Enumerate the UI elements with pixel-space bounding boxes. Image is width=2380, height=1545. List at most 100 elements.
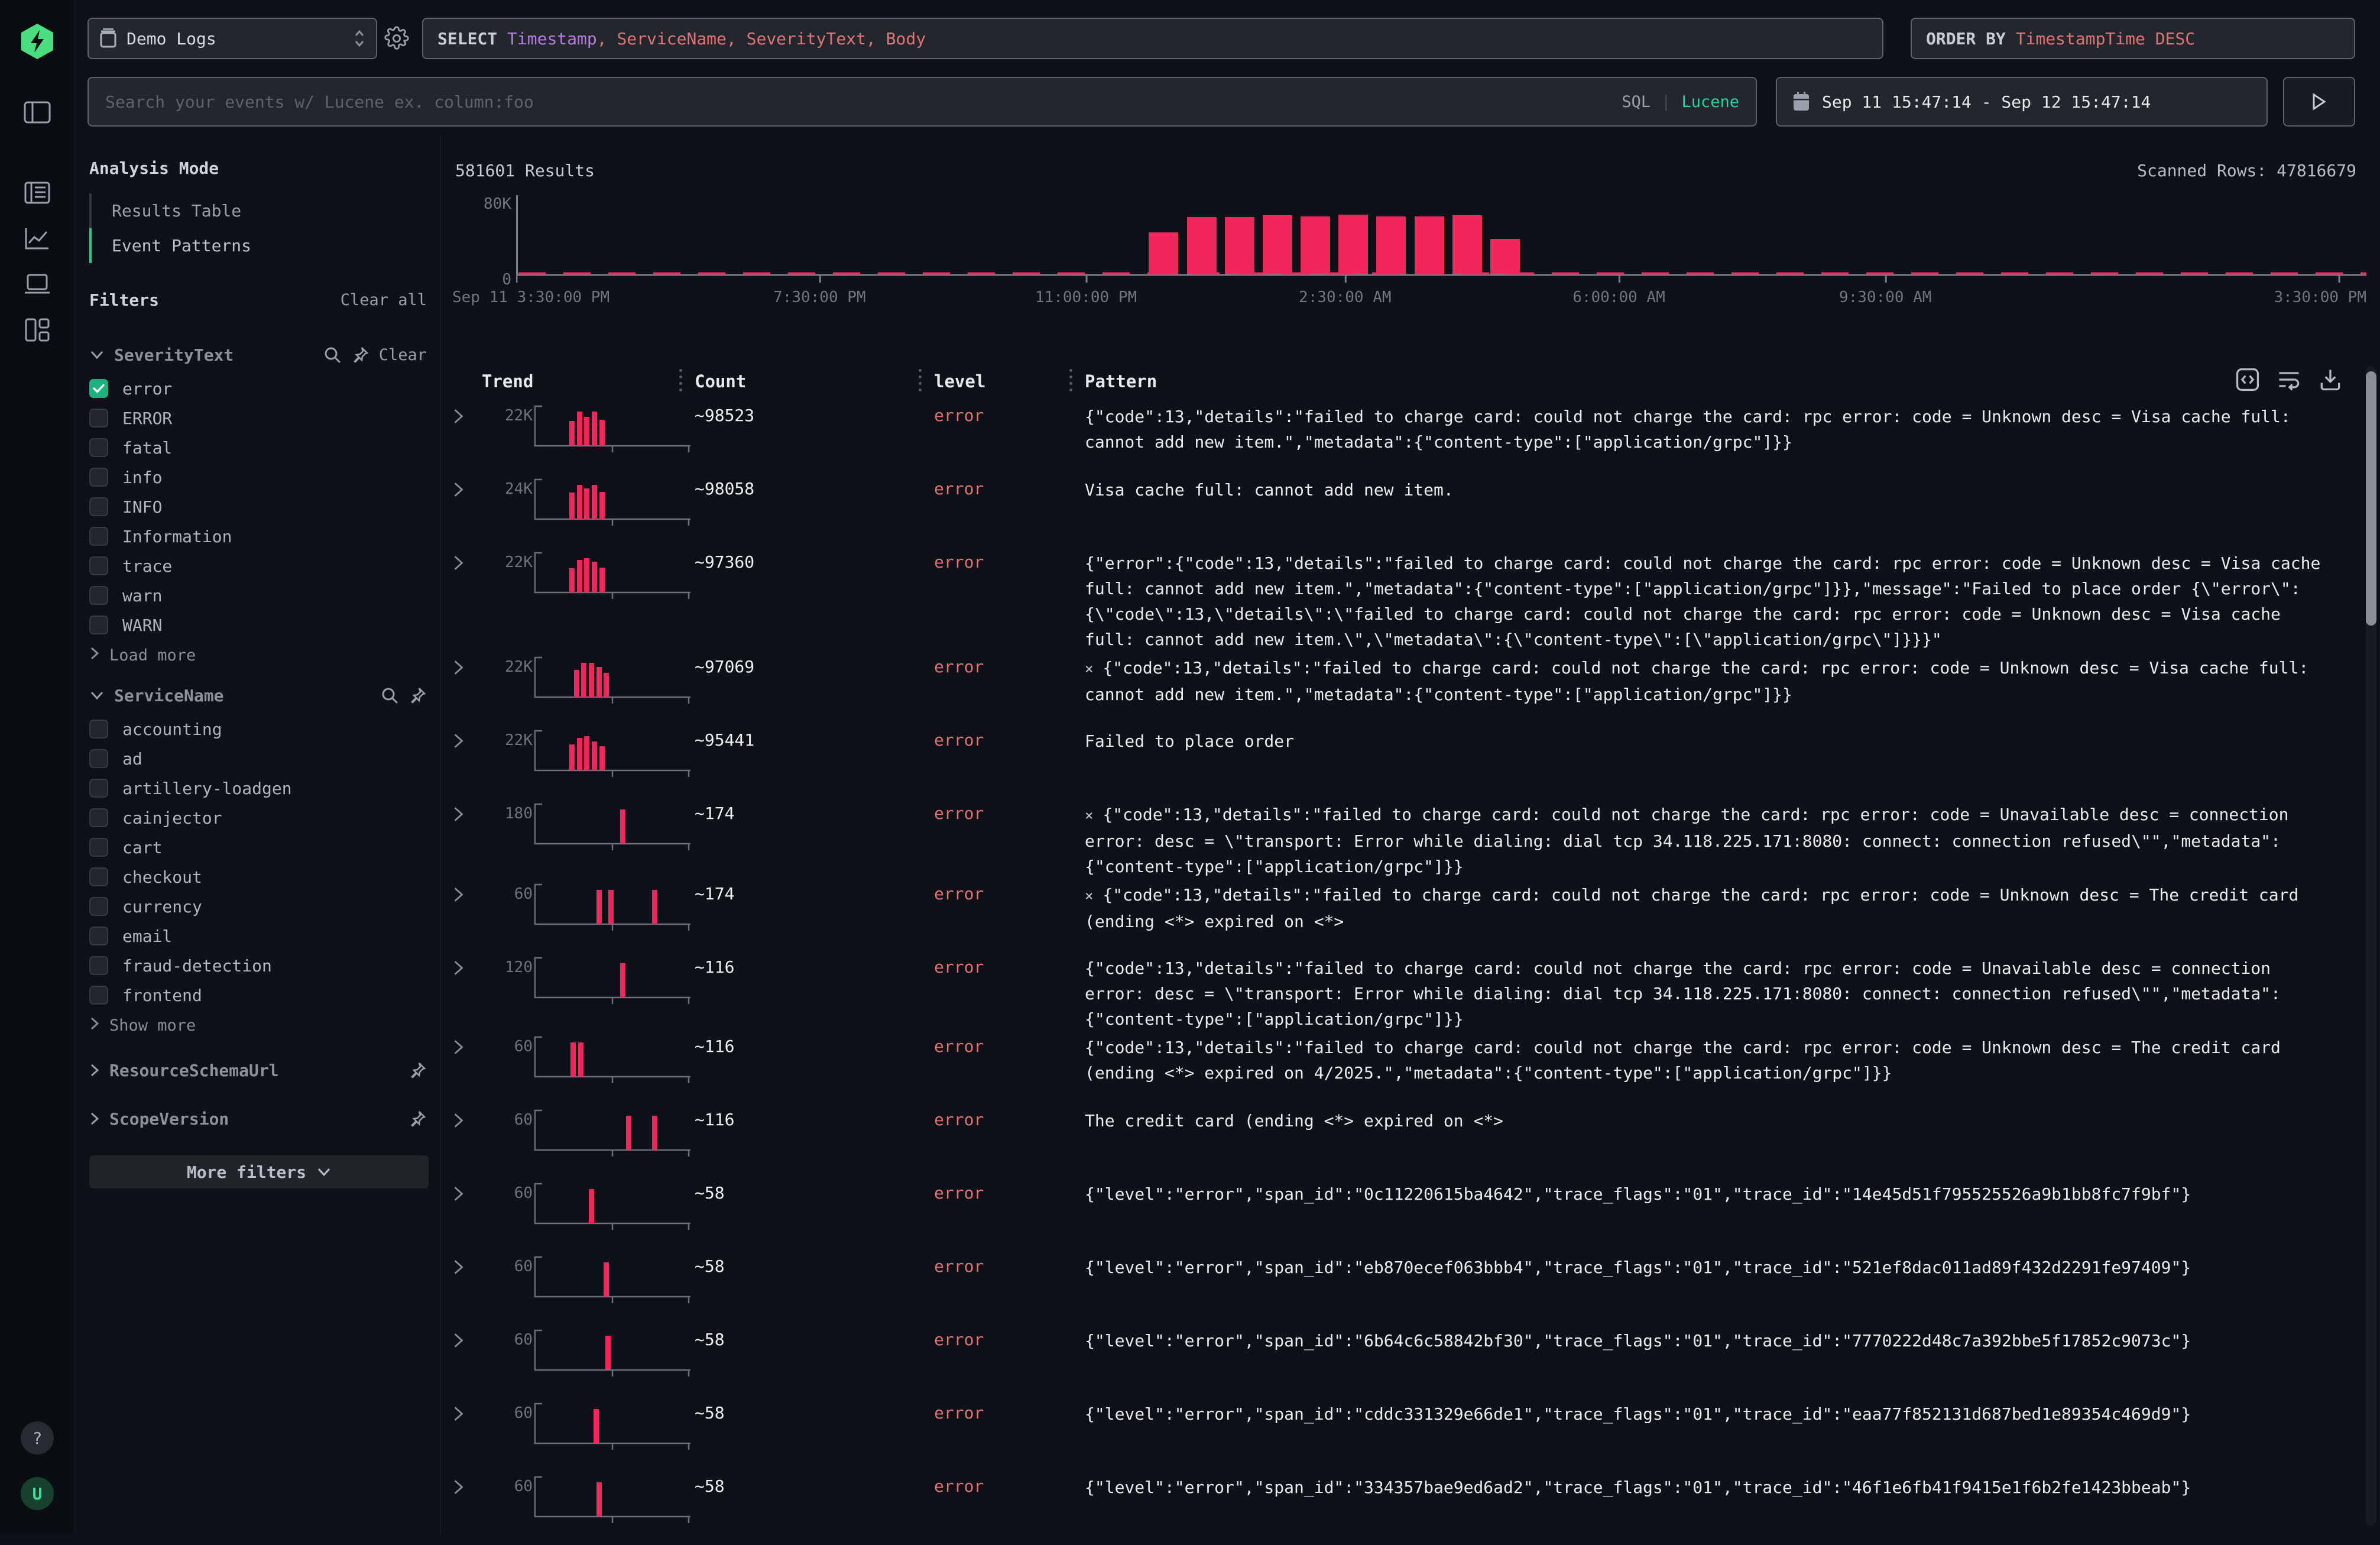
checkbox[interactable] [89,808,108,827]
pattern-text[interactable]: Visa cache full: cannot add new item. [1085,474,2344,503]
load-more-link[interactable]: Load more [89,640,427,671]
clear-all-filters-link[interactable]: Clear all [341,291,427,309]
checkbox[interactable] [89,956,108,975]
chart-icon[interactable] [24,226,50,250]
checkbox[interactable] [89,838,108,857]
column-header-trend[interactable]: Trend [482,371,695,391]
checkbox[interactable] [89,867,108,886]
checkbox[interactable] [89,527,108,546]
pattern-row-7[interactable]: 60~174error×{"code":13,"details":"failed… [452,879,2344,953]
mode-lucene-toggle[interactable]: Lucene [1681,93,1739,111]
sidebar-toggle-icon[interactable] [24,101,51,124]
filter-group-header-scopeversion[interactable]: ScopeVersion [89,1100,427,1138]
pattern-row-12[interactable]: 60~58error{"level":"error","span_id":"eb… [452,1252,2344,1325]
pin-icon[interactable] [408,1109,427,1128]
filter-option-email[interactable]: email [89,921,427,951]
checkbox[interactable] [89,749,108,768]
run-query-button[interactable] [2283,77,2355,127]
analysis-mode-item-results-table[interactable]: Results Table [89,193,427,228]
pattern-row-4[interactable]: 22K~97069error×{"code":13,"details":"fai… [452,652,2344,725]
checkbox[interactable] [89,468,108,487]
filter-option-cainjector[interactable]: cainjector [89,803,427,833]
pattern-row-8[interactable]: 120~116error{"code":13,"details":"failed… [452,953,2344,1032]
filter-group-header-resourceschemaurl[interactable]: ResourceSchemaUrl [89,1051,427,1089]
pattern-row-6[interactable]: 180~174error×{"code":13,"details":"faile… [452,799,2344,879]
expand-row-icon[interactable] [452,652,489,678]
expand-row-icon[interactable] [452,1178,489,1204]
source-settings-button[interactable] [384,26,409,53]
pattern-text[interactable]: The credit card (ending <*> expired on <… [1085,1105,2344,1133]
pattern-text[interactable]: {"code":13,"details":"failed to charge c… [1085,401,2344,455]
checkbox[interactable] [89,986,108,1005]
checkbox[interactable] [89,616,108,634]
expand-row-icon[interactable] [452,474,489,500]
pattern-row-5[interactable]: 22K~95441errorFailed to place order [452,725,2344,799]
pattern-row-13[interactable]: 60~58error{"level":"error","span_id":"6b… [452,1325,2344,1398]
wrap-lines-icon[interactable] [2276,367,2302,395]
search-icon[interactable] [381,686,398,704]
filter-option-checkout[interactable]: checkout [89,862,427,892]
expand-row-icon[interactable] [452,725,489,752]
sessions-icon[interactable] [24,273,51,296]
show-more-link[interactable]: Show more [89,1010,427,1041]
checkbox[interactable] [89,720,108,739]
vertical-scrollbar-thumb[interactable] [2366,371,2376,626]
expand-row-icon[interactable] [452,1032,489,1058]
checkbox[interactable] [89,779,108,798]
view-source-icon[interactable] [2235,367,2261,395]
pattern-text[interactable]: ×{"code":13,"details":"failed to charge … [1085,879,2344,934]
pattern-text[interactable]: {"level":"error","span_id":"6b64c6c58842… [1085,1325,2344,1353]
expand-row-icon[interactable] [452,1105,489,1131]
analysis-mode-item-event-patterns[interactable]: Event Patterns [89,228,427,263]
search-logs-icon[interactable] [24,181,50,205]
column-header-pattern[interactable]: Pattern [1085,371,2344,391]
user-avatar[interactable]: U [21,1477,54,1510]
filter-group-header-servicename[interactable]: ServiceName [89,676,427,714]
pattern-row-10[interactable]: 60~116errorThe credit card (ending <*> e… [452,1105,2344,1178]
filter-group-header-severitytext[interactable]: SeverityTextClear [89,336,427,374]
expand-row-icon[interactable] [452,401,489,427]
checkbox[interactable] [89,409,108,427]
expand-row-icon[interactable] [452,953,489,979]
dashboards-icon[interactable] [24,318,50,342]
download-icon[interactable] [2317,367,2343,395]
filter-option-artillery-loadgen[interactable]: artillery-loadgen [89,773,427,803]
filter-option-info[interactable]: INFO [89,492,427,522]
pattern-text[interactable]: {"code":13,"details":"failed to charge c… [1085,1032,2344,1086]
expand-row-icon[interactable] [452,1325,489,1351]
pin-icon[interactable] [351,345,369,364]
column-header-count[interactable]: Count [695,371,934,391]
pattern-row-9[interactable]: 60~116error{"code":13,"details":"failed … [452,1032,2344,1105]
filter-option-ad[interactable]: ad [89,744,427,773]
help-button[interactable]: ? [21,1421,54,1455]
checkbox-checked[interactable] [89,379,108,398]
column-header-level[interactable]: level [934,371,1085,391]
orderby-input[interactable]: ORDER BY TimestampTime DESC [1911,18,2355,59]
pattern-row-11[interactable]: 60~58error{"level":"error","span_id":"0c… [452,1178,2344,1252]
pattern-row-14[interactable]: 60~58error{"level":"error","span_id":"cd… [452,1398,2344,1472]
search-icon[interactable] [323,346,341,364]
filter-option-cart[interactable]: cart [89,833,427,862]
filter-option-error[interactable]: ERROR [89,403,427,433]
pin-icon[interactable] [408,1061,427,1080]
filter-option-fatal[interactable]: fatal [89,433,427,462]
pattern-text[interactable]: {"level":"error","span_id":"334357bae9ed… [1085,1472,2344,1500]
pattern-text[interactable]: Failed to place order [1085,725,2344,754]
expand-row-icon[interactable] [452,799,489,825]
pattern-row-15[interactable]: 60~58error{"level":"error","span_id":"33… [452,1472,2344,1545]
pin-icon[interactable] [408,686,427,705]
time-range-picker[interactable]: Sep 11 15:47:14 - Sep 12 15:47:14 [1776,77,2268,127]
pattern-row-2[interactable]: 24K~98058errorVisa cache full: cannot ad… [452,474,2344,548]
filter-option-information[interactable]: Information [89,522,427,551]
checkbox[interactable] [89,556,108,575]
filter-option-error[interactable]: error [89,374,427,403]
pattern-text[interactable]: ×{"code":13,"details":"failed to charge … [1085,652,2344,707]
pattern-text[interactable]: ×{"code":13,"details":"failed to charge … [1085,799,2344,879]
filter-option-warn[interactable]: WARN [89,610,427,640]
checkbox[interactable] [89,927,108,945]
filter-group-clear-link[interactable]: Clear [379,346,427,364]
source-select[interactable]: Demo Logs [87,18,377,59]
filter-option-accounting[interactable]: accounting [89,714,427,744]
pattern-row-1[interactable]: 22K~98523error{"code":13,"details":"fail… [452,401,2344,474]
pattern-text[interactable]: {"code":13,"details":"failed to charge c… [1085,953,2344,1032]
